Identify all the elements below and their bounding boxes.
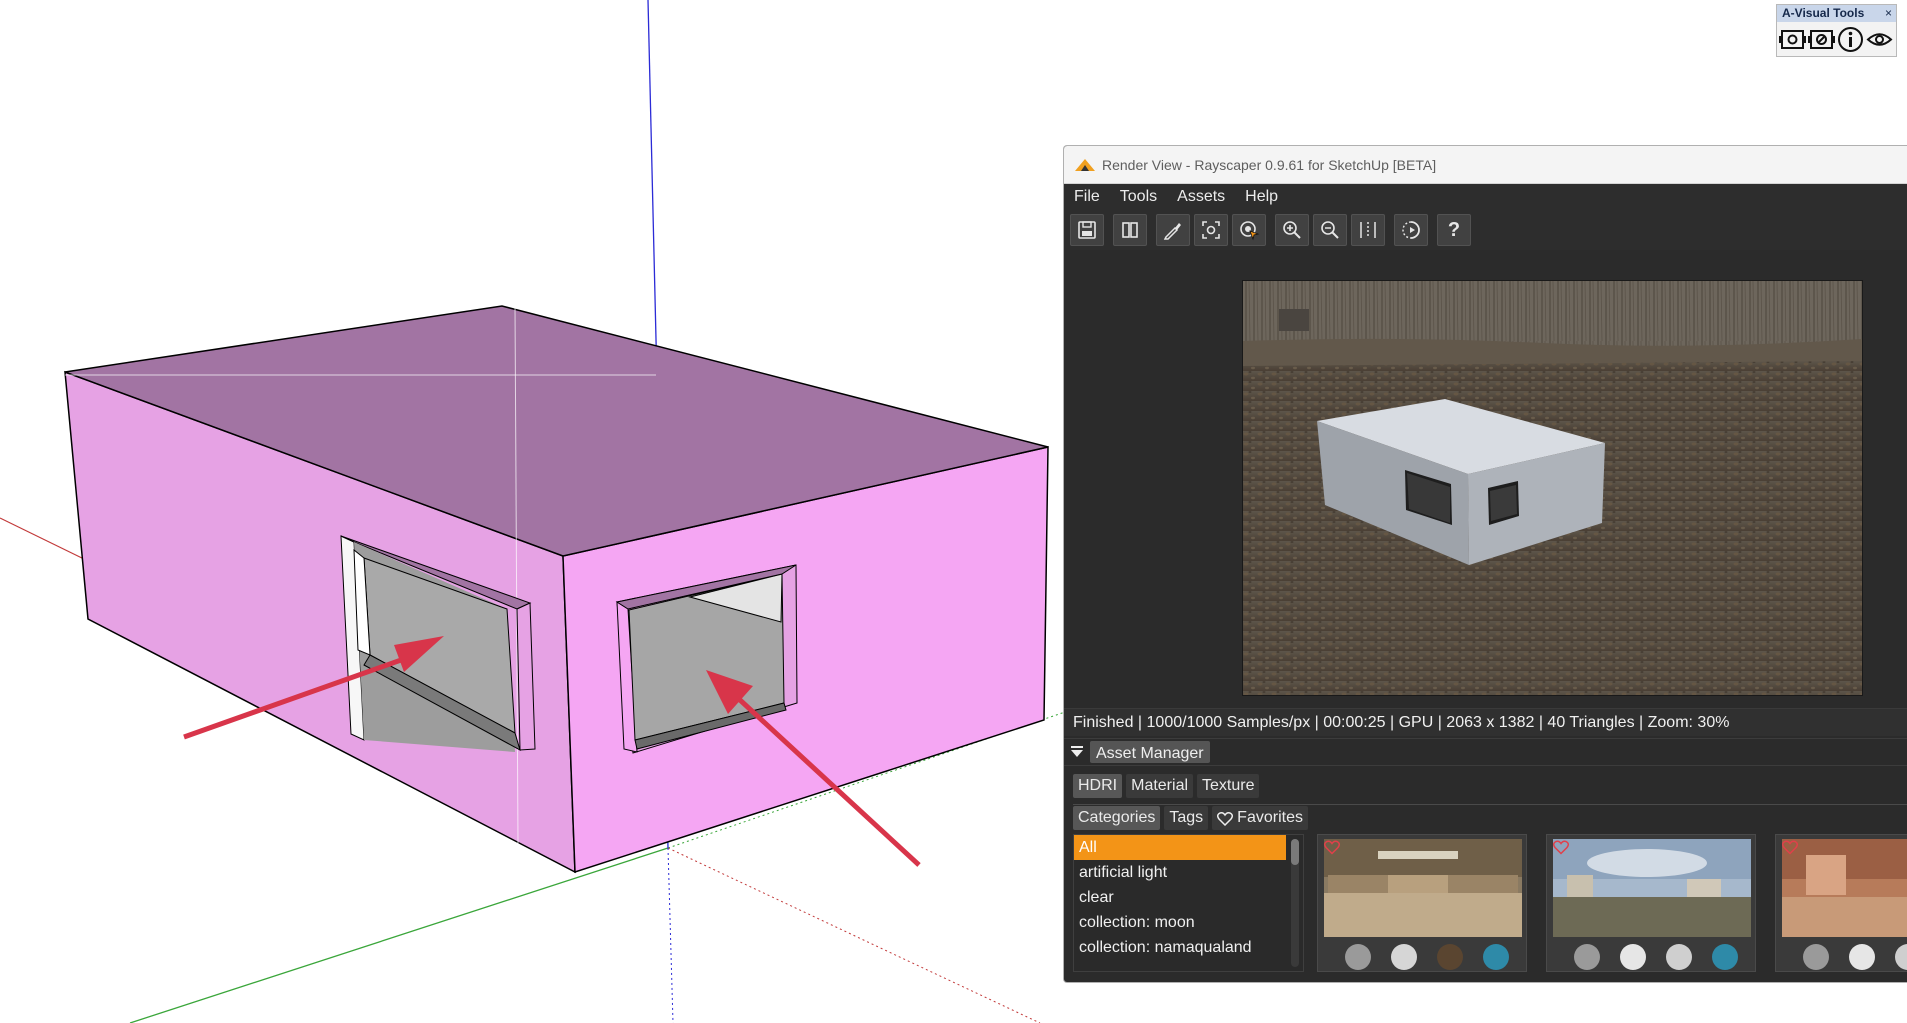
eyedropper-button[interactable] [1156, 214, 1190, 246]
render-preview-area [1064, 250, 1907, 705]
blue-axis-hidden [667, 847, 674, 1023]
favorite-heart-icon[interactable] [1782, 839, 1798, 855]
category-item-all[interactable]: All [1074, 835, 1286, 860]
a-visual-tools-panel: A-Visual Tools × [1776, 4, 1897, 57]
tab-hdri[interactable]: HDRI [1073, 774, 1123, 798]
tab-categories[interactable]: Categories [1073, 806, 1161, 830]
render-output-image[interactable] [1242, 280, 1863, 696]
red-axis [0, 517, 87, 561]
collapse-toggle[interactable] [1064, 739, 1090, 765]
render-view-window: Render View - Rayscaper 0.9.61 for Sketc… [1063, 145, 1907, 983]
category-item[interactable]: collection: namaqualand [1074, 935, 1286, 960]
tab-tags[interactable]: Tags [1164, 806, 1209, 830]
render-view-titlebar[interactable]: Render View - Rayscaper 0.9.61 for Sketc… [1064, 146, 1907, 184]
box-model[interactable] [64, 305, 1049, 874]
denoise-button[interactable] [1394, 214, 1428, 246]
panel-title-text: A-Visual Tools [1782, 6, 1865, 20]
tab-favorites-label: Favorites [1237, 809, 1303, 826]
collapse-triangle-icon [1071, 746, 1083, 757]
denoise-icon [1402, 221, 1420, 239]
pick-focus-icon [1240, 221, 1260, 241]
zoom-in-icon [1283, 221, 1301, 239]
a-visual-tools-title[interactable]: A-Visual Tools × [1777, 5, 1896, 22]
help-icon: ? [1447, 218, 1461, 241]
favorite-heart-icon[interactable] [1324, 839, 1340, 855]
info-icon[interactable] [1837, 26, 1864, 53]
menu-assets[interactable]: Assets [1177, 188, 1225, 206]
asset-manager-header: Asset Manager [1064, 738, 1907, 766]
menu-bar: File Tools Assets Help [1064, 184, 1907, 210]
camera-target-icon[interactable] [1779, 26, 1806, 53]
camera-settings-icon[interactable] [1808, 26, 1835, 53]
tab-texture[interactable]: Texture [1197, 774, 1260, 798]
help-button[interactable]: ? [1437, 214, 1471, 246]
red-axis-hidden [667, 847, 1041, 1023]
category-item[interactable]: clear [1074, 885, 1286, 910]
scrollbar-thumb[interactable] [1291, 839, 1299, 865]
hdri-thumbnail[interactable] [1546, 834, 1756, 972]
tab-favorites[interactable]: Favorites [1212, 806, 1308, 830]
filter-tabs: Categories Tags Favorites [1073, 806, 1312, 830]
save-icon [1078, 221, 1096, 239]
column-split-button[interactable] [1351, 214, 1385, 246]
focus-frame-button[interactable] [1194, 214, 1228, 246]
hdri-thumbnail[interactable] [1775, 834, 1907, 972]
category-list[interactable]: All artificial light clear collection: m… [1073, 834, 1304, 972]
asset-type-tabs: HDRI Material Texture [1073, 774, 1263, 798]
eye-icon[interactable] [1866, 26, 1893, 53]
asset-manager-label[interactable]: Asset Manager [1090, 741, 1210, 763]
heart-icon [1217, 811, 1234, 826]
render-view-title: Render View - Rayscaper 0.9.61 for Sketc… [1102, 156, 1437, 173]
focus-frame-icon [1202, 221, 1220, 239]
menu-file[interactable]: File [1074, 188, 1100, 206]
hdri-thumbnail-grid [1317, 834, 1907, 982]
render-status-bar: Finished | 1000/1000 Samples/px | 00:00:… [1064, 708, 1907, 736]
zoom-out-button[interactable] [1313, 214, 1347, 246]
category-scrollbar[interactable] [1291, 839, 1299, 967]
save-button[interactable] [1070, 214, 1104, 246]
eyedropper-icon [1163, 223, 1181, 240]
green-axis [129, 847, 669, 1023]
zoom-in-button[interactable] [1275, 214, 1309, 246]
zoom-out-icon [1321, 221, 1339, 239]
favorite-heart-icon[interactable] [1553, 839, 1569, 855]
category-item[interactable]: artificial light [1074, 860, 1286, 885]
menu-tools[interactable]: Tools [1120, 188, 1157, 206]
pick-focus-button[interactable] [1232, 214, 1266, 246]
split-view-icon [1122, 222, 1138, 238]
hdri-thumbnail[interactable] [1317, 834, 1527, 972]
close-icon[interactable]: × [1885, 5, 1892, 22]
rayscaper-logo-icon [1075, 158, 1095, 171]
split-view-button[interactable] [1113, 214, 1147, 246]
menu-help[interactable]: Help [1245, 188, 1278, 206]
tab-material[interactable]: Material [1126, 774, 1194, 798]
category-item[interactable]: collection: moon [1074, 910, 1286, 935]
render-toolbar: ? [1064, 210, 1907, 251]
tab-divider [1073, 804, 1907, 805]
column-split-icon [1360, 222, 1376, 238]
